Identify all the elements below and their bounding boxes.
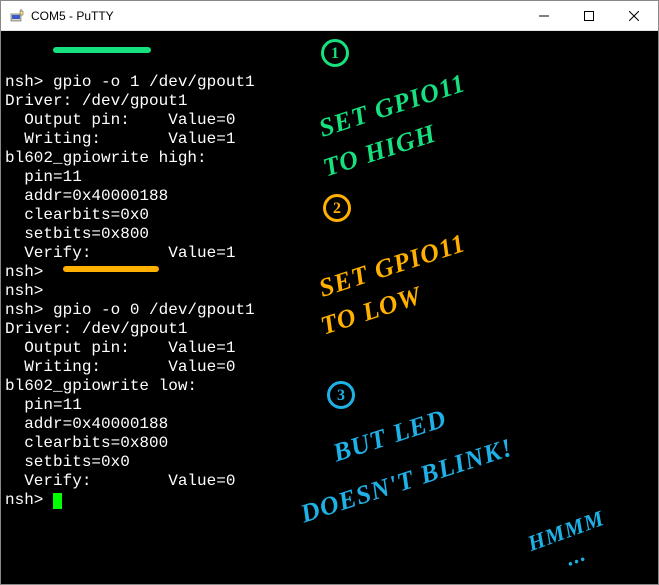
- cursor: [53, 493, 62, 509]
- maximize-button[interactable]: [566, 2, 611, 30]
- terminal[interactable]: nsh> gpio -o 1 /dev/gpout1Driver: /dev/g…: [1, 31, 658, 584]
- minimize-button[interactable]: [521, 2, 566, 30]
- terminal-line: Writing: Value=0: [5, 358, 654, 377]
- terminal-line: Writing: Value=1: [5, 130, 654, 149]
- terminal-line: setbits=0x0: [5, 453, 654, 472]
- titlebar[interactable]: COM5 - PuTTY: [1, 1, 658, 31]
- terminal-line: Driver: /dev/gpout1: [5, 92, 654, 111]
- terminal-line: pin=11: [5, 168, 654, 187]
- prompt: nsh>: [5, 491, 53, 509]
- terminal-line: setbits=0x800: [5, 225, 654, 244]
- annotation-marker-1: 1: [321, 39, 349, 67]
- terminal-output: nsh> gpio -o 1 /dev/gpout1Driver: /dev/g…: [5, 73, 654, 510]
- terminal-line: Driver: /dev/gpout1: [5, 320, 654, 339]
- close-button[interactable]: [611, 2, 656, 30]
- terminal-line: nsh>: [5, 282, 654, 301]
- terminal-line: bl602_gpiowrite high:: [5, 149, 654, 168]
- terminal-line: pin=11: [5, 396, 654, 415]
- putty-icon: [9, 8, 25, 24]
- terminal-line: nsh>: [5, 263, 654, 282]
- annotation-note: HMMM: [525, 508, 606, 553]
- terminal-line: clearbits=0x0: [5, 206, 654, 225]
- terminal-line: addr=0x40000188: [5, 415, 654, 434]
- terminal-line: Verify: Value=0: [5, 472, 654, 491]
- underline-stroke: [53, 47, 151, 53]
- terminal-line: nsh> gpio -o 1 /dev/gpout1: [5, 73, 654, 92]
- window-controls: [521, 2, 656, 30]
- prompt-line: nsh>: [5, 491, 654, 510]
- terminal-line: bl602_gpiowrite low:: [5, 377, 654, 396]
- terminal-line: Output pin: Value=1: [5, 339, 654, 358]
- terminal-line: Verify: Value=1: [5, 244, 654, 263]
- annotation-note: ...: [563, 543, 588, 568]
- terminal-line: clearbits=0x800: [5, 434, 654, 453]
- terminal-line: addr=0x40000188: [5, 187, 654, 206]
- terminal-line: nsh> gpio -o 0 /dev/gpout1: [5, 301, 654, 320]
- window-title: COM5 - PuTTY: [31, 9, 521, 23]
- putty-window: COM5 - PuTTY nsh> gpio -o 1 /dev/gpout1D…: [0, 0, 659, 585]
- terminal-line: Output pin: Value=0: [5, 111, 654, 130]
